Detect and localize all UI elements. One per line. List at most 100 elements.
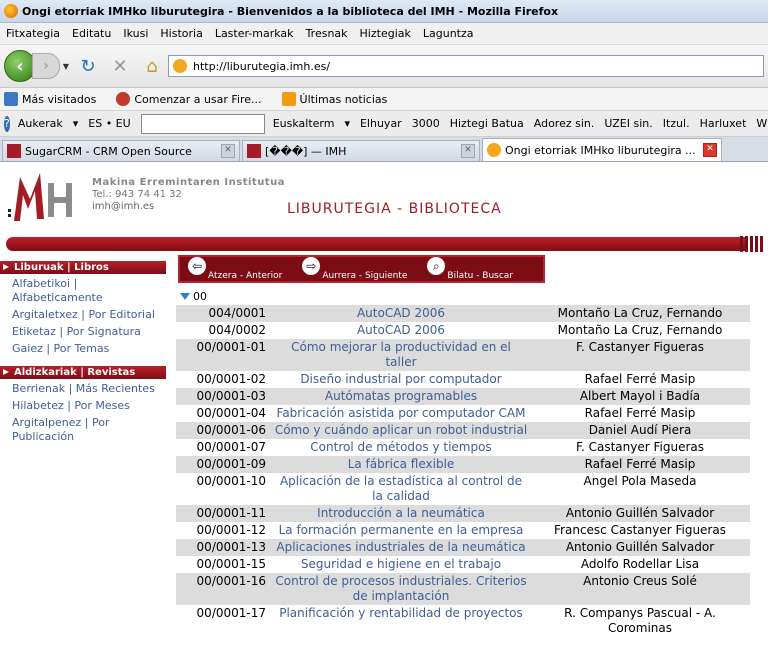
book-title[interactable]: Aplicaciones industriales de la neumátic… <box>272 539 530 556</box>
previous-button[interactable]: ⇦ Atzera - Anterior <box>188 257 282 281</box>
group-header[interactable]: 00 <box>180 290 207 303</box>
table-row: 004/0002 AutoCAD 2006 Montaño La Cruz, Fer… <box>176 322 750 339</box>
sidebar: Liburuak | Libros Alfabetikoi | Alfabeti… <box>0 261 170 444</box>
table-row: 00/0001-07 Control de métodos y tiempos F.… <box>176 439 750 456</box>
stop-icon[interactable]: ✕ <box>107 56 133 77</box>
dictionary-toolbar: ? Aukerak ▾ ES • EU Euskalterm ▾ Elhuyar… <box>0 111 768 137</box>
search-button[interactable]: ⌕ Bilatu - Buscar <box>427 257 513 281</box>
table-row: 00/0001-03 Autómatas programables Albert M… <box>176 388 750 405</box>
help-icon[interactable]: ? <box>4 115 10 132</box>
sidebar-link-alphabetical[interactable]: Alfabetikoi | Alfabeticamente <box>0 277 170 305</box>
url-bar[interactable]: http://liburutegia.imh.es/ <box>168 55 764 77</box>
sidebar-section-books: Liburuak | Libros <box>0 261 166 274</box>
book-title[interactable]: Aplicación de la estadística al control … <box>272 473 530 505</box>
dropdown-arrow-icon[interactable]: ▾ <box>344 117 350 130</box>
table-row: 00/0001-01 Cómo mejorar la productividad … <box>176 339 750 371</box>
euskalterm-link[interactable]: Euskalterm <box>273 117 335 130</box>
tab-liburutegia[interactable]: Ongi etorriak IMHko liburutegira ... ✕ <box>482 138 722 161</box>
navigation-buttons: ⇦ Atzera - Anterior ⇨ Aurrera - Siguiente … <box>178 255 545 283</box>
tab-sugarcrm[interactable]: SugarCRM - CRM Open Source ✕ <box>2 140 240 161</box>
book-author: Antonio Guillén Salvador <box>530 505 750 522</box>
firefox-bookmark-icon <box>116 92 131 106</box>
close-tab-icon[interactable]: ✕ <box>461 144 475 158</box>
sidebar-link-months[interactable]: Hilabetez | Por Meses <box>0 399 170 413</box>
close-tab-icon[interactable]: ✕ <box>703 143 717 157</box>
elhuyar-link[interactable]: Elhuyar <box>360 117 402 130</box>
language-selector[interactable]: ES • EU <box>88 117 130 130</box>
book-title[interactable]: Cómo y cuándo aplicar un robot industria… <box>272 422 530 439</box>
book-title[interactable]: Planificación y rentabilidad de proyecto… <box>272 605 530 637</box>
sidebar-link-signature[interactable]: Etiketaz | Por Signatura <box>0 325 170 339</box>
menu-dictionaries[interactable]: Hiztegiak <box>354 27 417 40</box>
menu-bar: Fitxategia Editatu Ikusi Historia Laster… <box>0 23 768 45</box>
tab-favicon-icon <box>247 144 261 158</box>
book-title[interactable]: AutoCAD 2006 <box>272 322 530 339</box>
institute-email[interactable]: imh@imh.es <box>92 201 285 213</box>
site-header: Makina Erremintaren Institutua Tel.: 943… <box>0 163 768 233</box>
table-row: 00/0001-17 Planificación y rentabilidad d… <box>176 605 750 637</box>
book-title[interactable]: AutoCAD 2006 <box>272 305 530 322</box>
wikipedia-link[interactable]: Wik <box>756 117 768 130</box>
group-label: 00 <box>193 290 207 303</box>
table-row: 00/0001-13 Aplicaciones industriales de l… <box>176 539 750 556</box>
menu-edit[interactable]: Editatu <box>66 27 117 40</box>
firefox-icon <box>4 4 18 18</box>
book-title[interactable]: Diseño industrial por computador <box>272 371 530 388</box>
book-code: 00/0001-09 <box>176 456 272 473</box>
book-code: 00/0001-07 <box>196 440 266 454</box>
bookmark-latest-news[interactable]: Últimas noticias <box>278 92 387 106</box>
dropdown-arrow-icon[interactable]: ▾ <box>73 117 79 130</box>
book-title[interactable]: La formación permanente en la empresa <box>272 522 530 539</box>
book-code: 00/0001-17 <box>196 606 266 620</box>
bookmark-getting-started[interactable]: Comenzar a usar Fire... <box>112 92 262 106</box>
uzei-link[interactable]: UZEI sin. <box>604 117 652 130</box>
sidebar-link-publication[interactable]: Argitalpenez | Por Publicación <box>0 416 170 444</box>
page-content: Makina Erremintaren Institutua Tel.: 943… <box>0 163 768 646</box>
menu-tools[interactable]: Tresnak <box>300 27 354 40</box>
bookmark-most-visited[interactable]: Más visitados <box>0 92 96 106</box>
3000-link[interactable]: 3000 <box>412 117 440 130</box>
dictionary-search-input[interactable] <box>140 113 265 134</box>
menu-bookmarks[interactable]: Laster-markak <box>209 27 300 40</box>
book-author: Albert Mayol i Badía <box>530 388 750 405</box>
harluxet-link[interactable]: Harluxet <box>700 117 747 130</box>
tab-bar: SugarCRM - CRM Open Source ✕ [���] — IMH… <box>0 137 768 162</box>
bookmark-icon <box>4 92 18 106</box>
book-title[interactable]: Fabricación asistida por computador CAM <box>272 405 530 422</box>
tab-favicon-icon <box>487 143 501 157</box>
menu-history[interactable]: Historia <box>154 27 208 40</box>
options-menu[interactable]: Aukerak <box>18 117 63 130</box>
bookmarks-toolbar: Más visitados Comenzar a usar Fire... Úl… <box>0 88 768 111</box>
menu-file[interactable]: Fitxategia <box>0 27 66 40</box>
hiztegi-batua-link[interactable]: Hiztegi Batua <box>450 117 524 130</box>
navigation-toolbar: ‹ › ▼ ↻ ✕ ⌂ http://liburutegia.imh.es/ <box>0 45 768 88</box>
book-title[interactable]: Control de métodos y tiempos <box>272 439 530 456</box>
itzul-link[interactable]: Itzul. <box>663 117 690 130</box>
close-tab-icon[interactable]: ✕ <box>221 144 235 158</box>
history-dropdown-icon[interactable]: ▼ <box>60 62 72 71</box>
book-title[interactable]: Cómo mejorar la productividad en el tall… <box>272 339 530 371</box>
book-title[interactable]: Introducción a la neumática <box>272 505 530 522</box>
sidebar-link-publisher[interactable]: Argitaletxez | Por Editorial <box>0 308 170 322</box>
arrow-left-icon: ⇦ <box>188 257 206 275</box>
book-title[interactable]: Control de procesos industriales. Criter… <box>272 573 530 605</box>
menu-help[interactable]: Laguntza <box>417 27 480 40</box>
next-button[interactable]: ⇨ Aurrera - Siguiente <box>302 257 407 281</box>
book-author: Rafael Ferré Masip <box>584 372 696 386</box>
book-title[interactable]: Autómatas programables <box>272 388 530 405</box>
url-text: http://liburutegia.imh.es/ <box>193 59 331 73</box>
home-icon[interactable]: ⌂ <box>139 56 165 77</box>
adorez-link[interactable]: Adorez sin. <box>534 117 595 130</box>
book-title[interactable]: Seguridad e higiene en el trabajo <box>272 556 530 573</box>
reload-icon[interactable]: ↻ <box>75 56 101 77</box>
menu-view[interactable]: Ikusi <box>117 27 154 40</box>
tab-label: SugarCRM - CRM Open Source <box>25 144 192 158</box>
sidebar-link-topics[interactable]: Gaiez | Por Temas <box>0 342 170 356</box>
book-title[interactable]: La fábrica flexible <box>272 456 530 473</box>
sidebar-link-recent[interactable]: Berrienak | Más Recientes <box>0 382 170 396</box>
book-author: F. Castanyer Figueras <box>530 339 750 371</box>
tab-imh[interactable]: [���] — IMH ✕ <box>242 140 480 161</box>
tab-favicon-icon <box>7 144 21 158</box>
forward-button[interactable]: › <box>32 53 60 79</box>
book-code: 004/0001 <box>176 305 272 322</box>
